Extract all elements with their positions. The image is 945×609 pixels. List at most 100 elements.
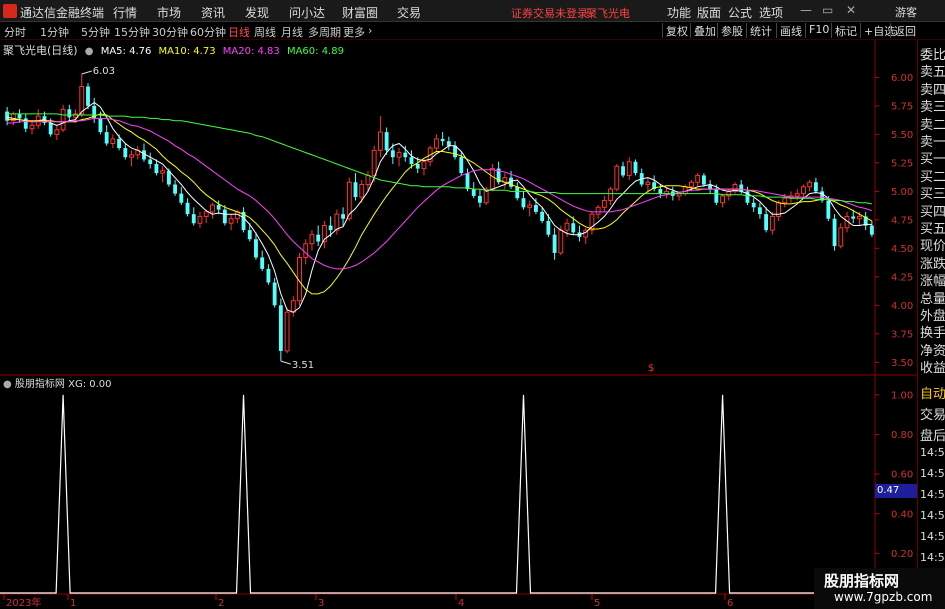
quote-field-label: 买三: [920, 187, 945, 203]
indicator-current-value: 0.47: [875, 484, 917, 498]
period-tab[interactable]: 5分钟: [81, 24, 110, 40]
candle-body-up: [695, 174, 701, 183]
menu-item-news[interactable]: 资讯: [201, 4, 225, 21]
settings-icon[interactable]: ●: [85, 46, 94, 57]
candle-body-down: [869, 225, 874, 235]
ma-line-ma20: [7, 117, 873, 270]
candle-body-up: [160, 170, 166, 174]
candle-body-down: [751, 202, 756, 208]
candle-body-down: [216, 205, 221, 210]
menu-item-market[interactable]: 市场: [157, 4, 181, 21]
y-tick-label: 3.75: [891, 329, 913, 340]
candle-body-down: [266, 268, 271, 283]
candle-body-down: [546, 220, 551, 235]
candle-body-down: [86, 86, 90, 106]
candle-body-down: [17, 113, 22, 119]
candle-body-up: [614, 165, 620, 190]
xg-signal-line: [0, 394, 875, 594]
indicator-settings-icon[interactable]: ●: [3, 379, 12, 390]
x-tick-label: 2: [218, 598, 224, 609]
tool-button[interactable]: 统计: [746, 23, 772, 38]
candle-body-down: [191, 214, 196, 224]
period-tab[interactable]: 60分钟: [190, 24, 226, 40]
period-tab[interactable]: 月线: [281, 24, 303, 40]
candle-body-up: [371, 149, 377, 176]
candle-body-up: [284, 311, 290, 352]
indicator-y-tick-label: 0.20: [891, 549, 913, 560]
ma5-label: MA5: 4.76: [100, 46, 152, 57]
candle-body-up: [290, 300, 296, 313]
tool-button[interactable]: 标记: [831, 23, 857, 38]
tool-button[interactable]: 复权: [662, 23, 688, 38]
candle-body-down: [254, 239, 258, 258]
candle-body-up: [645, 181, 651, 186]
candle-body-up: [601, 199, 607, 208]
menu-item-formula[interactable]: 公式: [728, 4, 752, 21]
menu-item-options[interactable]: 选项: [759, 4, 783, 21]
maximize-icon[interactable]: ▭: [822, 3, 833, 17]
quote-field-label: 卖三: [920, 100, 945, 116]
candle-body-down: [185, 202, 190, 215]
period-tab[interactable]: 多周期: [308, 24, 341, 40]
menu-item-discover[interactable]: 发现: [245, 4, 269, 21]
chevron-right-icon[interactable]: ›: [368, 24, 372, 37]
candle-body-down: [409, 157, 414, 165]
candle-body-up: [769, 215, 775, 231]
period-tab[interactable]: 1分钟: [40, 24, 69, 40]
menu-item-layout[interactable]: 版面: [697, 4, 721, 21]
menu-item-ask[interactable]: 问小达: [289, 4, 325, 21]
candle-body-down: [851, 216, 856, 219]
x-tick-label: 4: [458, 598, 464, 609]
menu-item-wealth[interactable]: 财富圈: [342, 4, 378, 21]
tool-button[interactable]: 返回: [890, 23, 916, 38]
candle-body-down: [459, 157, 464, 174]
high-marker-line: [81, 70, 92, 75]
candle-body-down: [278, 305, 283, 351]
candle-body-up: [801, 186, 806, 195]
candle-body-up: [396, 152, 402, 158]
period-tab-active[interactable]: 日线: [228, 24, 250, 40]
app-logo-icon: [3, 4, 17, 18]
quote-field-label: 卖一: [920, 135, 945, 150]
candle-body-up: [54, 129, 60, 135]
trade-panel-label: 交易: [920, 408, 945, 423]
period-tab-more[interactable]: 更多: [343, 24, 365, 40]
candle-body-down: [701, 175, 706, 185]
candle-body-up: [203, 211, 209, 217]
y-tick-label: 5.00: [891, 187, 913, 198]
candle-body-down: [571, 223, 576, 233]
period-tab[interactable]: 30分钟: [152, 24, 188, 40]
tool-button[interactable]: 画线: [776, 23, 802, 38]
minimize-icon[interactable]: —: [800, 3, 812, 17]
candle-body-down: [832, 218, 837, 247]
candle-body-up: [689, 181, 694, 188]
chart-canvas[interactable]: 6.00 5.75 5.50 5.25 5.00 4.75 4.50 4.25 4.00 3.75…: [0, 40, 917, 609]
period-tab[interactable]: 15分钟: [114, 24, 150, 40]
tool-button[interactable]: F10: [805, 23, 829, 38]
stock-title: 聚飞光电(日线): [3, 44, 78, 57]
menu-item-function[interactable]: 功能: [667, 4, 691, 21]
candle-body-down: [222, 209, 227, 224]
quote-field-label: 委比: [920, 48, 945, 63]
period-tab[interactable]: 分时: [4, 24, 26, 40]
close-icon[interactable]: ✕: [846, 3, 856, 17]
candle-body-down: [757, 207, 762, 215]
candle-body-down: [117, 138, 122, 149]
candle-body-down: [465, 173, 470, 190]
low-marker-label: 3.51: [292, 360, 314, 371]
candle-body-up: [79, 86, 85, 115]
candle-body-up: [558, 229, 564, 254]
period-tab[interactable]: 周线: [254, 24, 276, 40]
trade-panel-label[interactable]: 自动: [920, 383, 945, 402]
menu-item-quotes[interactable]: 行情: [113, 4, 137, 21]
quote-field-label: 收益: [920, 361, 945, 377]
tool-button[interactable]: 叠加: [690, 23, 716, 38]
trade-time: 14:5: [920, 488, 945, 501]
ma20-label: MA20: 4.83: [222, 46, 280, 57]
period-toolbar: 分时 1分钟 5分钟 15分钟 30分钟 60分钟 日线 周线 月线 多周期 更…: [0, 22, 945, 40]
tool-button[interactable]: 参股: [717, 23, 743, 38]
login-warning[interactable]: 证券交易未登录: [511, 5, 588, 21]
guest-label[interactable]: 游客: [895, 4, 917, 20]
candle-body-down: [764, 214, 769, 231]
menu-item-trade[interactable]: 交易: [397, 4, 421, 21]
